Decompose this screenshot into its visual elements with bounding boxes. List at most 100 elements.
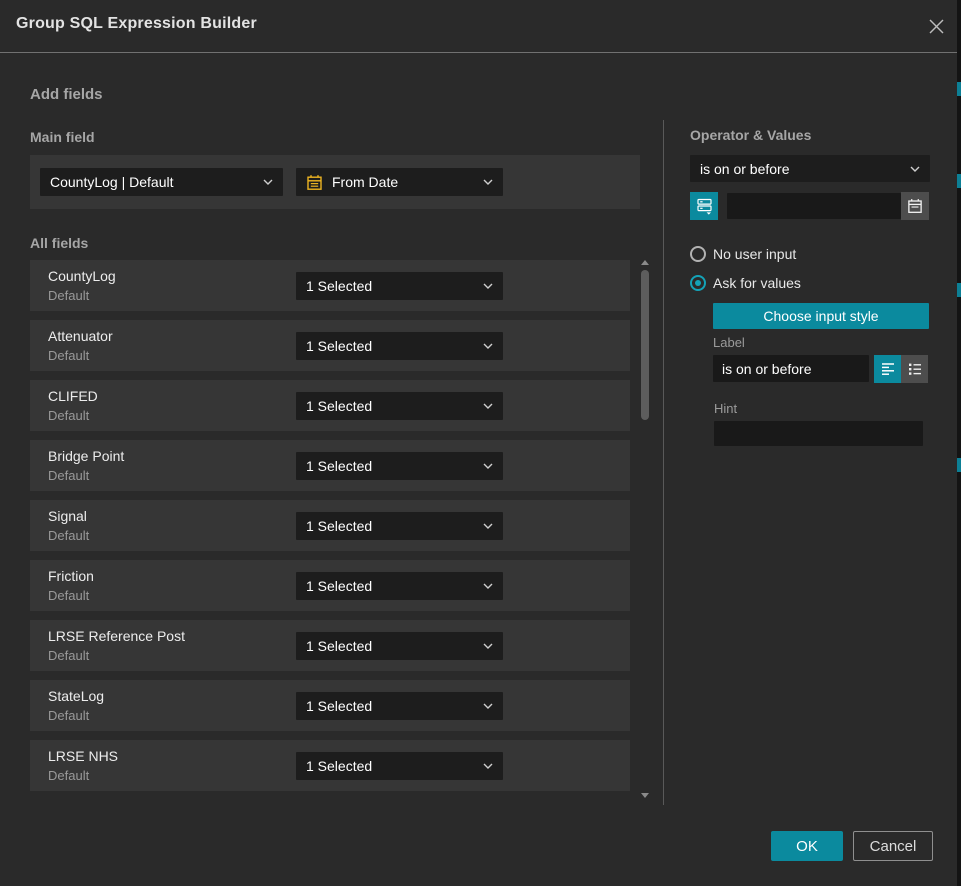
background-window-fragment [957, 283, 961, 297]
operator-select[interactable]: is on or before [690, 155, 930, 182]
add-fields-heading: Add fields [30, 86, 103, 103]
selected-count-value: 1 Selected [306, 338, 372, 354]
field-name: CountyLog [48, 268, 116, 284]
main-field-select-value: From Date [332, 174, 398, 190]
field-row: Bridge Point Default 1 Selected [30, 440, 630, 491]
chevron-down-icon [483, 583, 493, 589]
field-row: StateLog Default 1 Selected [30, 680, 630, 731]
field-type: Default [48, 348, 89, 363]
chevron-down-icon [483, 763, 493, 769]
radio-ask-for-values-label[interactable]: Ask for values [713, 275, 801, 291]
main-layer-select-value: CountyLog | Default [50, 174, 174, 190]
operator-values-heading: Operator & Values [690, 127, 811, 143]
field-name: Attenuator [48, 328, 113, 344]
hint-input[interactable] [714, 421, 923, 446]
field-row: CLIFED Default 1 Selected [30, 380, 630, 431]
list-style-button[interactable] [901, 355, 928, 383]
date-picker-button[interactable] [901, 192, 929, 220]
selected-count-value: 1 Selected [306, 398, 372, 414]
field-type: Default [48, 708, 89, 723]
selected-count-value: 1 Selected [306, 278, 372, 294]
field-type: Default [48, 648, 89, 663]
background-window-fragment [957, 174, 961, 188]
field-name: Friction [48, 568, 94, 584]
ok-button[interactable]: OK [771, 831, 843, 861]
field-row: Attenuator Default 1 Selected [30, 320, 630, 371]
calendar-icon [907, 198, 923, 214]
bulleted-list-icon [907, 361, 923, 377]
field-row: LRSE NHS Default 1 Selected [30, 740, 630, 791]
field-type: Default [48, 588, 89, 603]
field-name: Bridge Point [48, 448, 124, 464]
selected-count-value: 1 Selected [306, 758, 372, 774]
radio-no-user-input[interactable] [690, 246, 706, 262]
field-type: Default [48, 468, 89, 483]
main-field-select[interactable]: From Date [296, 168, 503, 196]
scrollbar-down-arrow[interactable] [641, 793, 649, 798]
set-from-field-button[interactable] [690, 192, 718, 220]
choose-input-style-button[interactable]: Choose input style [713, 303, 929, 329]
close-button[interactable] [924, 14, 948, 38]
field-list-icon [696, 197, 713, 215]
chevron-down-icon [483, 403, 493, 409]
selected-count-select[interactable]: 1 Selected [296, 752, 503, 780]
selected-count-value: 1 Selected [306, 458, 372, 474]
label-input[interactable] [713, 355, 869, 382]
radio-ask-for-values[interactable] [690, 275, 706, 291]
main-field-heading: Main field [30, 129, 95, 145]
close-icon [928, 18, 945, 35]
selected-count-select[interactable]: 1 Selected [296, 572, 503, 600]
background-window-sliver [957, 0, 961, 886]
selected-count-select[interactable]: 1 Selected [296, 632, 503, 660]
selected-count-value: 1 Selected [306, 698, 372, 714]
dialog-title: Group SQL Expression Builder [16, 15, 257, 33]
field-row: Friction Default 1 Selected [30, 560, 630, 611]
chevron-down-icon [483, 343, 493, 349]
field-name: LRSE Reference Post [48, 628, 185, 644]
field-name: StateLog [48, 688, 104, 704]
background-window-fragment [957, 82, 961, 96]
selected-count-value: 1 Selected [306, 518, 372, 534]
field-type: Default [48, 768, 89, 783]
selected-count-value: 1 Selected [306, 638, 372, 654]
field-name: LRSE NHS [48, 748, 118, 764]
operator-select-value: is on or before [700, 161, 790, 177]
selected-count-select[interactable]: 1 Selected [296, 392, 503, 420]
cancel-button[interactable]: Cancel [853, 831, 933, 861]
selected-count-value: 1 Selected [306, 578, 372, 594]
label-heading: Label [713, 335, 745, 350]
scrollbar-up-arrow[interactable] [641, 260, 649, 265]
hint-heading: Hint [714, 401, 737, 416]
field-type: Default [48, 288, 89, 303]
selected-count-select[interactable]: 1 Selected [296, 692, 503, 720]
scrollbar-thumb[interactable] [641, 270, 649, 420]
chevron-down-icon [483, 643, 493, 649]
main-layer-select[interactable]: CountyLog | Default [40, 168, 283, 196]
field-row: Signal Default 1 Selected [30, 500, 630, 551]
radio-no-user-input-label[interactable]: No user input [713, 246, 796, 262]
background-window-fragment [957, 458, 961, 472]
group-sql-expression-builder-dialog: Group SQL Expression Builder Add fields … [0, 0, 961, 886]
field-row: CountyLog Default 1 Selected [30, 260, 630, 311]
selected-count-select[interactable]: 1 Selected [296, 452, 503, 480]
title-divider [0, 52, 961, 53]
all-fields-heading: All fields [30, 235, 88, 251]
date-value-input[interactable] [727, 193, 901, 219]
chevron-down-icon [483, 283, 493, 289]
chevron-down-icon [910, 166, 920, 172]
chevron-down-icon [263, 179, 273, 185]
field-type: Default [48, 528, 89, 543]
chevron-down-icon [483, 703, 493, 709]
chevron-down-icon [483, 463, 493, 469]
align-left-icon [880, 361, 896, 377]
chevron-down-icon [483, 523, 493, 529]
selected-count-select[interactable]: 1 Selected [296, 512, 503, 540]
selected-count-select[interactable]: 1 Selected [296, 332, 503, 360]
field-type: Default [48, 408, 89, 423]
chevron-down-icon [483, 179, 493, 185]
single-line-style-button[interactable] [874, 355, 901, 383]
panel-divider [663, 120, 664, 805]
calendar-icon [306, 174, 323, 191]
field-name: CLIFED [48, 388, 98, 404]
selected-count-select[interactable]: 1 Selected [296, 272, 503, 300]
